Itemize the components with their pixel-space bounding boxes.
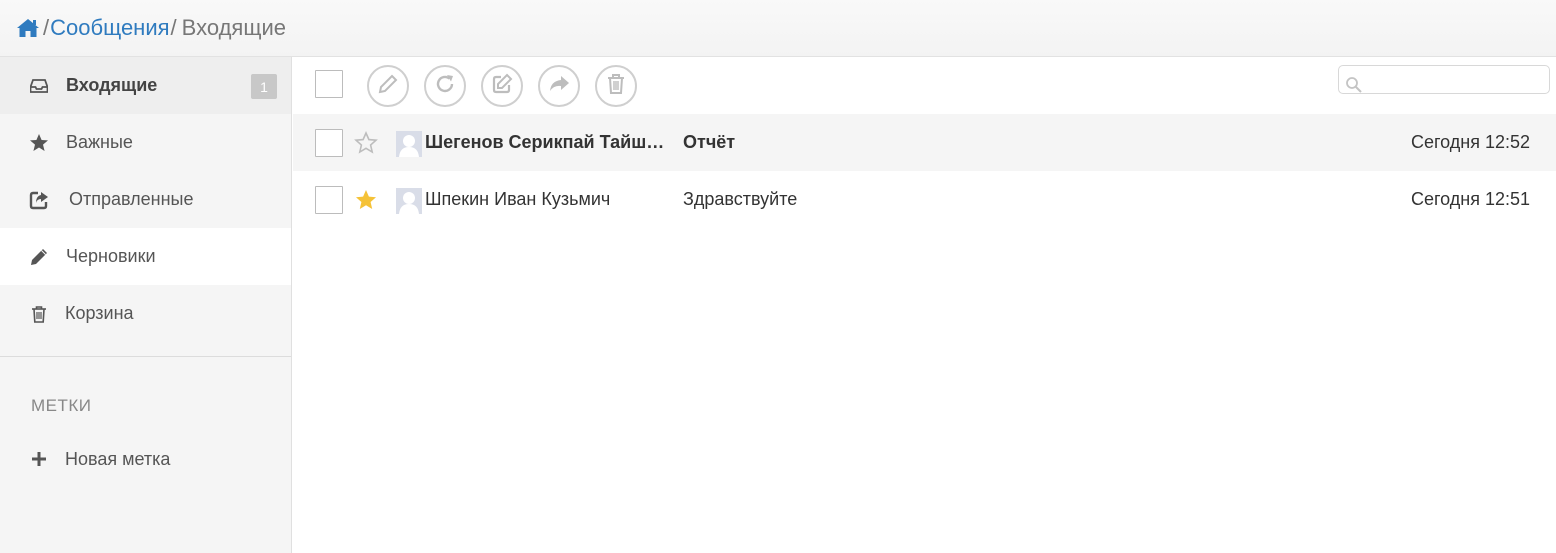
message-subject: Здравствуйте: [683, 189, 798, 209]
compose-button[interactable]: [367, 65, 409, 107]
share-icon: [28, 189, 50, 211]
sidebar: Входящие 1 Важные Отправленные Черновики…: [0, 57, 292, 553]
message-date: Сегодня 12:52: [1410, 132, 1530, 152]
sidebar-item-label: Входящие: [66, 75, 158, 95]
breadcrumb-separator: /: [43, 15, 50, 40]
breadcrumb-current: Входящие: [181, 15, 286, 40]
new-label-text: Новая метка: [65, 448, 171, 469]
delete-button[interactable]: [595, 65, 637, 107]
message-subject: Отчёт: [683, 132, 736, 152]
new-label-button[interactable]: Новая метка: [0, 433, 291, 485]
sidebar-item-label: Корзина: [65, 303, 134, 323]
message-sender: Шегенов Серикпай Тайшыкович: [425, 132, 669, 152]
breadcrumb-messages-link[interactable]: Сообщения: [50, 15, 169, 41]
sidebar-item-trash[interactable]: Корзина: [0, 285, 291, 342]
edit-button[interactable]: [481, 65, 523, 107]
inbox-icon: [28, 75, 50, 97]
star-icon: [28, 132, 50, 154]
search-input[interactable]: [1338, 65, 1550, 94]
forward-button[interactable]: [538, 65, 580, 107]
sidebar-item-drafts[interactable]: Черновики: [0, 228, 291, 285]
star-filled-icon[interactable]: [354, 188, 378, 212]
sidebar-item-label: Важные: [66, 132, 133, 152]
sidebar-item-important[interactable]: Важные: [0, 114, 291, 171]
sidebar-item-label: Черновики: [66, 246, 156, 266]
home-icon[interactable]: [16, 17, 40, 39]
message-list: Шегенов Серикпай Тайшыкович Отчёт Сегодн…: [293, 114, 1556, 228]
avatar: [396, 131, 422, 157]
plus-icon: [28, 448, 50, 470]
breadcrumb: / Сообщения / Входящие: [0, 0, 1556, 57]
select-all-checkbox[interactable]: [315, 70, 343, 98]
forward-icon: [548, 74, 570, 99]
message-row[interactable]: Шегенов Серикпай Тайшыкович Отчёт Сегодн…: [293, 114, 1556, 171]
pencil-icon: [28, 246, 50, 268]
search-icon: [1345, 76, 1363, 94]
message-toolbar: [293, 57, 1556, 114]
refresh-button[interactable]: [424, 65, 466, 107]
message-checkbox[interactable]: [315, 186, 343, 214]
message-date: Сегодня 12:51: [1410, 189, 1530, 209]
message-sender: Шпекин Иван Кузьмич: [425, 189, 611, 209]
labels-heading: МЕТКИ: [31, 396, 92, 415]
refresh-icon: [434, 73, 456, 100]
edit-icon: [491, 73, 513, 100]
trash-icon: [607, 73, 625, 100]
message-row[interactable]: Шпекин Иван Кузьмич Здравствуйте Сегодня…: [293, 171, 1556, 228]
sidebar-item-inbox[interactable]: Входящие 1: [0, 57, 291, 114]
sidebar-item-sent[interactable]: Отправленные: [0, 171, 291, 228]
sidebar-divider: [0, 356, 291, 357]
avatar: [396, 188, 422, 214]
compose-icon: [378, 74, 398, 99]
trash-icon: [28, 303, 50, 325]
breadcrumb-separator: /: [170, 15, 177, 40]
message-checkbox[interactable]: [315, 129, 343, 157]
unread-count-badge: 1: [251, 74, 277, 99]
sidebar-item-label: Отправленные: [69, 189, 194, 209]
star-outline-icon[interactable]: [354, 131, 378, 155]
